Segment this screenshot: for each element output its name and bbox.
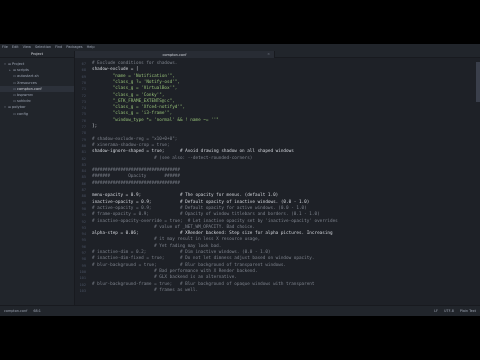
letterbox-bottom bbox=[0, 316, 480, 360]
tab-compton-conf[interactable]: compton.conf × bbox=[75, 51, 275, 58]
tab-bar: compton.conf × bbox=[75, 51, 480, 58]
editor-window: File Edit View Selection Find Packages Help Pr… bbox=[0, 44, 480, 316]
menu-item[interactable]: View bbox=[23, 44, 31, 51]
status-encoding[interactable]: UTF-8 bbox=[444, 309, 454, 313]
file-tree: ▾ ▬ Project ▸ ▬ scripts ▭ autostart.sh ▭ Xresourc… bbox=[0, 58, 74, 117]
tree-item-label: compton.conf bbox=[17, 86, 42, 91]
code-area[interactable]: 67 # Exclude conditions for shadows. 68 sha… bbox=[75, 59, 480, 305]
tree-view-tab[interactable]: Project bbox=[0, 51, 74, 58]
status-line-ending[interactable]: LF bbox=[434, 309, 438, 313]
close-icon[interactable]: × bbox=[267, 51, 270, 58]
menu-item[interactable]: Selection bbox=[35, 44, 51, 51]
code-line: 103 # frames as well. bbox=[75, 288, 480, 294]
menu-item[interactable]: Find bbox=[55, 44, 62, 51]
tree-item-label: bspwmrc bbox=[17, 93, 34, 98]
project-tree-panel: Project ▾ ▬ Project ▸ ▬ scripts ▭ autostart.sh ▭… bbox=[0, 51, 75, 305]
tree-file[interactable]: ▭ config bbox=[0, 111, 74, 117]
tree-item-label: scripts bbox=[17, 68, 29, 73]
tree-item-label: sxhkdrc bbox=[17, 99, 32, 104]
line-number: 103 bbox=[79, 288, 87, 293]
tree-view-tab-label: Project bbox=[31, 52, 43, 56]
status-bar: compton.conf 68:1 LF UTF-8 Plain Text bbox=[0, 305, 480, 316]
tree-item-label: Xresources bbox=[17, 80, 37, 85]
status-file-path[interactable]: compton.conf bbox=[4, 309, 27, 313]
status-grammar[interactable]: Plain Text bbox=[460, 309, 476, 313]
letterbox-top bbox=[0, 0, 480, 44]
status-cursor-position[interactable]: 68:1 bbox=[33, 309, 41, 313]
menu-item[interactable]: Packages bbox=[66, 44, 82, 51]
tree-item-label: config bbox=[17, 111, 28, 116]
tree-item-label: autostart.sh bbox=[17, 74, 39, 79]
menu-item[interactable]: Help bbox=[87, 44, 95, 51]
vertical-scrollbar[interactable] bbox=[476, 59, 480, 305]
menu-item[interactable]: File bbox=[2, 44, 8, 51]
tab-title: compton.conf bbox=[162, 52, 187, 57]
tree-item-label: polybar bbox=[12, 105, 26, 110]
menu-item[interactable]: Edit bbox=[12, 44, 19, 51]
tree-item-label: Project bbox=[12, 62, 25, 67]
code-text: # frames as well. bbox=[92, 287, 199, 293]
editor-pane: compton.conf × 67 # Exclude conditions fo… bbox=[75, 51, 480, 305]
menu-bar: File Edit View Selection Find Packages Help bbox=[0, 44, 480, 51]
scrollbar-thumb[interactable] bbox=[476, 62, 480, 102]
